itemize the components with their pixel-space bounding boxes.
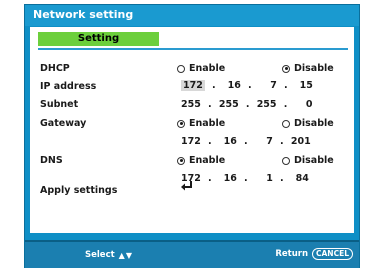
radio-label: Enable (189, 118, 226, 129)
subnet-field[interactable]: 255 . 255 . 255 . 0 (181, 99, 313, 110)
gateway-label: Gateway (40, 118, 87, 129)
ip-octet-4[interactable]: 15 (295, 80, 313, 91)
radio-circle-icon (177, 156, 185, 165)
radio-circle-icon (282, 156, 290, 165)
return-hint: Return CANCEL (275, 248, 353, 260)
radio-label: Disable (294, 63, 334, 74)
radio-label: Disable (294, 118, 334, 129)
radio-circle-icon (177, 119, 185, 128)
network-setting-panel: Network setting Setting DHCP Enable Disa… (24, 4, 360, 268)
gateway-octet-3[interactable]: 7 (255, 136, 273, 147)
dns-label: DNS (40, 155, 63, 166)
octet-separator: . (244, 173, 248, 184)
octet-separator: . (280, 136, 284, 147)
dns-octet-3[interactable]: 1 (255, 173, 273, 184)
dns-enable-radio[interactable]: Enable (177, 155, 225, 166)
radio-circle-icon (282, 119, 290, 128)
footer-divider (25, 240, 359, 242)
subnet-octet-3[interactable]: 255 (257, 99, 277, 110)
enter-icon[interactable] (181, 181, 193, 191)
ip-address-label: IP address (40, 81, 97, 92)
title-bar: Network setting (25, 5, 359, 26)
select-label: Select (85, 250, 115, 260)
subnet-octet-2[interactable]: 255 (219, 99, 239, 110)
tab-setting[interactable]: Setting (38, 32, 159, 46)
subnet-octet-4[interactable]: 0 (295, 99, 313, 110)
screen: Network setting Setting DHCP Enable Disa… (0, 0, 384, 272)
cancel-key-button[interactable]: CANCEL (312, 248, 353, 260)
gateway-octet-1[interactable]: 172 (181, 136, 201, 147)
gateway-octet-4[interactable]: 201 (291, 136, 311, 147)
gateway-enable-radio[interactable]: Enable (177, 118, 225, 129)
ip-octet-2[interactable]: 16 (223, 80, 241, 91)
settings-content: Setting DHCP Enable Disable IP address 1… (30, 27, 354, 233)
radio-label: Enable (189, 155, 226, 166)
octet-separator: . (244, 136, 248, 147)
return-label: Return (275, 249, 308, 259)
octet-separator: . (245, 99, 250, 110)
octet-separator: . (280, 173, 284, 184)
dhcp-enable-radio[interactable]: Enable (177, 63, 225, 74)
select-hint: Select ▲▼ (85, 250, 133, 260)
octet-separator: . (284, 80, 288, 91)
footer-bar: Select ▲▼ Return CANCEL (25, 240, 359, 268)
octet-separator: . (283, 99, 288, 110)
ip-octet-3[interactable]: 7 (259, 80, 277, 91)
gateway-address-field[interactable]: 172 . 16 . 7 . 201 (181, 136, 311, 147)
ip-address-field[interactable]: 172 . 16 . 7 . 15 (181, 80, 313, 91)
dns-octet-4[interactable]: 84 (291, 173, 309, 184)
dhcp-label: DHCP (40, 63, 70, 74)
up-down-arrows-icon: ▲▼ (118, 250, 133, 260)
header-divider (38, 48, 348, 50)
apply-settings-label: Apply settings (40, 185, 118, 196)
octet-separator: . (212, 80, 216, 91)
radio-circle-icon (282, 64, 290, 73)
dns-address-field[interactable]: 172 . 16 . 1 . 84 (181, 173, 309, 184)
gateway-octet-2[interactable]: 16 (219, 136, 237, 147)
dns-disable-radio[interactable]: Disable (282, 155, 334, 166)
subnet-label: Subnet (40, 99, 79, 110)
dhcp-disable-radio[interactable]: Disable (282, 63, 334, 74)
gateway-disable-radio[interactable]: Disable (282, 118, 334, 129)
octet-separator: . (208, 136, 212, 147)
octet-separator: . (248, 80, 252, 91)
radio-circle-icon (177, 64, 185, 73)
radio-label: Enable (189, 63, 226, 74)
subnet-octet-1[interactable]: 255 (181, 99, 201, 110)
dns-octet-2[interactable]: 16 (219, 173, 237, 184)
window-title: Network setting (33, 8, 134, 21)
radio-label: Disable (294, 155, 334, 166)
octet-separator: . (208, 99, 212, 110)
ip-octet-1[interactable]: 172 (181, 80, 205, 91)
octet-separator: . (208, 173, 212, 184)
